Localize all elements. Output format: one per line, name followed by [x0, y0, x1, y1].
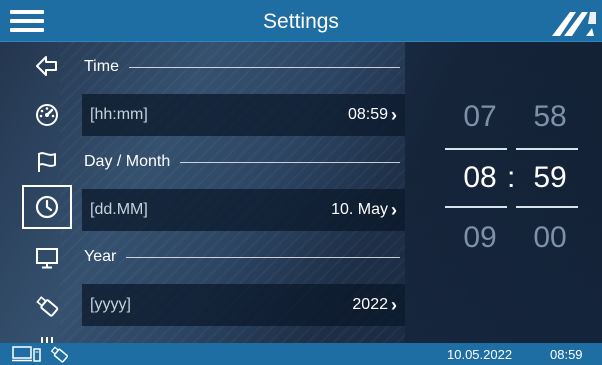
chevron-right-icon: ›	[391, 104, 397, 125]
sidebar-item-region[interactable]	[22, 140, 72, 184]
title-bar: Settings	[0, 0, 602, 42]
minute-current[interactable]: 59	[515, 161, 585, 195]
usb-stick-icon	[36, 296, 59, 317]
status-time: 08:59	[550, 347, 583, 362]
minute-next[interactable]: 00	[515, 221, 585, 255]
year-field[interactable]: [yyyy] 2022 ›	[82, 284, 405, 326]
status-date: 10.05.2022	[447, 347, 513, 362]
picker-divider	[445, 206, 507, 208]
sidebar	[22, 44, 72, 343]
sidebar-item-date-time[interactable]	[22, 185, 72, 229]
picker-divider	[516, 206, 578, 208]
year-value: 2022	[352, 296, 388, 313]
more-icon	[41, 337, 53, 343]
hour-current[interactable]: 08	[445, 161, 515, 195]
hour-prev[interactable]: 07	[445, 100, 515, 134]
year-placeholder: [yyyy]	[90, 296, 131, 313]
year-heading: Year	[84, 248, 117, 265]
hour-next[interactable]: 09	[445, 221, 515, 255]
daymonth-heading: Day / Month	[84, 153, 171, 170]
sidebar-item-usb[interactable]	[22, 284, 72, 328]
daymonth-field[interactable]: [dd.MM] 10. May ›	[82, 189, 405, 231]
page-title: Settings	[263, 10, 339, 33]
chevron-right-icon: ›	[391, 294, 397, 315]
monitor-icon	[36, 248, 58, 269]
sidebar-item-more[interactable]	[22, 330, 72, 344]
brand-logo-icon	[552, 12, 596, 36]
minute-prev[interactable]: 58	[515, 100, 585, 134]
daymonth-placeholder: [dd.MM]	[90, 201, 148, 218]
flag-icon	[38, 152, 56, 172]
divider	[126, 256, 400, 258]
sidebar-item-back[interactable]	[22, 44, 72, 88]
computer-connection-icon	[12, 346, 41, 362]
divider	[180, 161, 400, 163]
clock-icon	[35, 195, 59, 219]
sidebar-item-display[interactable]	[22, 236, 72, 280]
speedometer-icon	[36, 104, 58, 126]
usb-status-icon	[50, 346, 68, 363]
chevron-right-icon: ›	[391, 199, 397, 220]
time-section-header: Time	[84, 52, 404, 82]
arrow-left-icon	[36, 56, 57, 76]
year-section-header: Year	[84, 242, 404, 272]
daymonth-section-header: Day / Month	[84, 147, 404, 177]
time-picker: 07 58 08 : 59 09 00	[405, 42, 602, 343]
picker-divider	[516, 148, 578, 150]
status-bar: 10.05.2022 08:59	[0, 343, 602, 365]
divider	[128, 66, 400, 68]
time-field[interactable]: [hh:mm] 08:59 ›	[82, 94, 405, 136]
picker-divider	[445, 148, 507, 150]
time-value: 08:59	[347, 106, 388, 123]
daymonth-value: 10. May	[331, 201, 388, 218]
sidebar-item-dashboard[interactable]	[22, 92, 72, 136]
time-placeholder: [hh:mm]	[90, 106, 148, 123]
time-heading: Time	[84, 58, 119, 75]
